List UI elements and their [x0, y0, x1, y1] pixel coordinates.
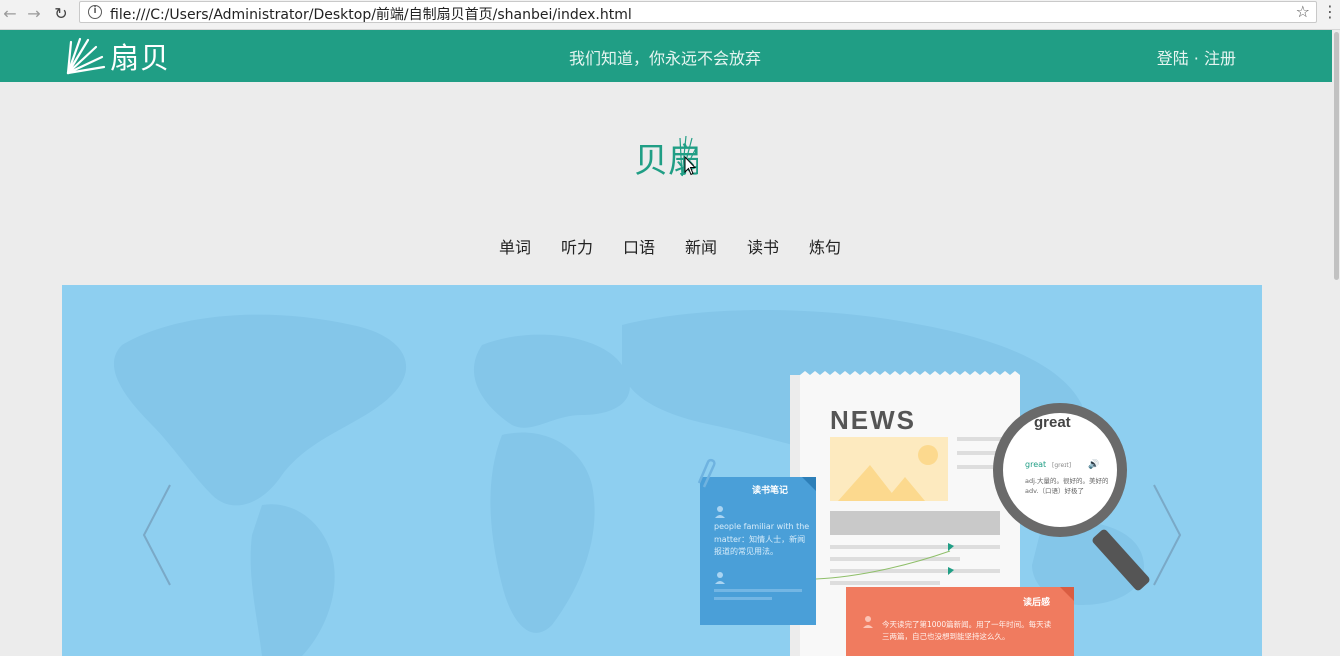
banner-carousel: NEWS 读书笔记 people familiar with the matte… [62, 285, 1262, 656]
main-nav: 单词 听力 口语 新闻 读书 炼句 [0, 234, 1340, 258]
note-title: 读书笔记 [752, 484, 788, 496]
review-text-2: 三两篇，自己也没想到能坚持这么久。 [882, 631, 1010, 641]
bookmark-star-icon[interactable]: ☆ [1296, 2, 1310, 21]
site-header: 扇贝 我们知道，你永远不会放弃 登陆 · 注册 [0, 30, 1340, 82]
info-icon[interactable]: i [88, 5, 102, 19]
nav-item-speaking[interactable]: 口语 [623, 234, 655, 258]
browser-toolbar: ← → ↻ i file:///C:/Users/Administrator/D… [0, 0, 1340, 30]
note-text-1: people familiar with the [714, 522, 809, 531]
browser-menu-icon[interactable]: ⋮ [1322, 2, 1338, 21]
carousel-prev-arrow-icon[interactable] [138, 480, 178, 590]
carousel-next-arrow-icon[interactable] [1146, 480, 1186, 590]
magnifier-word: great [1034, 414, 1071, 431]
magnifier-entry: great [1025, 460, 1046, 469]
magnifier-def-2: adv.（口语）好极了 [1025, 486, 1084, 495]
news-title: NEWS [830, 405, 916, 435]
login-link[interactable]: 登陆 [1157, 49, 1189, 68]
forward-arrow-icon[interactable]: → [24, 4, 44, 24]
note-text-3: 报道的常见用法。 [714, 546, 778, 556]
magnifier-phonetic: [greɪt] [1052, 462, 1071, 469]
auth-separator: · [1193, 49, 1199, 68]
mouse-cursor-icon [684, 156, 696, 176]
news-illustration: NEWS 读书笔记 people familiar with the matte… [697, 371, 1150, 656]
nav-item-news[interactable]: 新闻 [685, 234, 717, 258]
reload-icon[interactable]: ↻ [51, 4, 71, 24]
note-text-2: matter：知情人士，新闻 [714, 534, 805, 544]
nav-item-sentences[interactable]: 炼句 [809, 234, 841, 258]
scrollbar-thumb[interactable] [1334, 32, 1339, 280]
register-link[interactable]: 注册 [1204, 49, 1236, 68]
back-arrow-icon[interactable]: ← [0, 4, 20, 24]
address-bar[interactable]: i file:///C:/Users/Administrator/Desktop… [79, 1, 1317, 23]
magnifier-def-1: adj.大量的。很好的。美好的 [1025, 476, 1109, 485]
nav-item-listening[interactable]: 听力 [561, 234, 593, 258]
nav-item-reading[interactable]: 读书 [747, 234, 779, 258]
review-text-1: 今天读完了第1000篇新闻。用了一年时间。每天读 [882, 619, 1052, 629]
url-text: file:///C:/Users/Administrator/Desktop/前… [110, 7, 632, 23]
speaker-icon: 🔊 [1088, 458, 1099, 470]
slogan: 我们知道，你永远不会放弃 [568, 49, 761, 68]
auth-links: 登陆 · 注册 [1157, 45, 1236, 69]
page-scrollbar[interactable] [1332, 30, 1340, 656]
nav-item-words[interactable]: 单词 [499, 234, 531, 258]
review-title: 读后感 [1023, 596, 1050, 608]
